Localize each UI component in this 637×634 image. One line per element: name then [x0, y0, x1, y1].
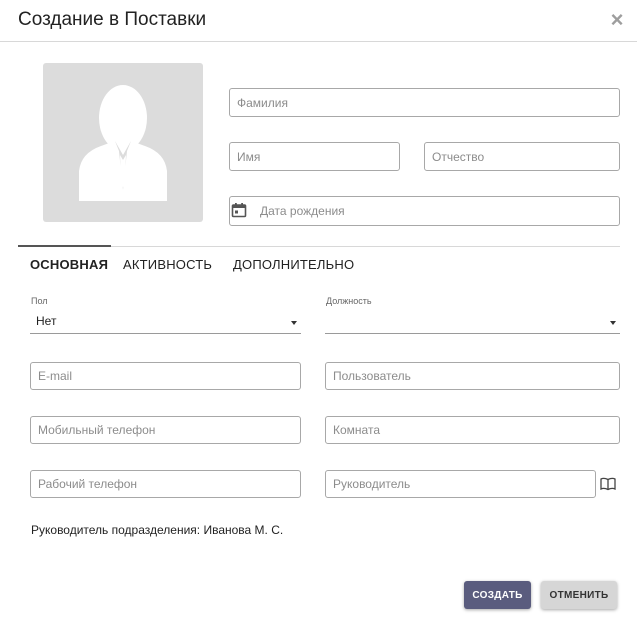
- tab-main[interactable]: ОСНОВНАЯ: [30, 257, 108, 272]
- tab-additional[interactable]: ДОПОЛНИТЕЛЬНО: [233, 257, 354, 272]
- dialog-title: Создание в Поставки: [18, 9, 207, 30]
- gender-value: Нет: [36, 314, 57, 328]
- position-select[interactable]: [325, 312, 620, 334]
- mobile-phone-field[interactable]: [30, 416, 301, 444]
- firstname-input[interactable]: [230, 143, 399, 170]
- room-field[interactable]: [325, 416, 620, 444]
- firstname-field[interactable]: [229, 142, 400, 171]
- birthdate-input[interactable]: [230, 197, 619, 225]
- user-field[interactable]: [325, 362, 620, 390]
- user-input[interactable]: [326, 363, 619, 389]
- dropdown-arrow-icon: [291, 321, 297, 325]
- create-button[interactable]: СОЗДАТЬ: [464, 581, 531, 609]
- work-phone-input[interactable]: [31, 471, 300, 497]
- manager-input[interactable]: [326, 471, 595, 497]
- dialog-header: Создание в Поставки ×: [0, 0, 637, 42]
- active-tab-indicator: [18, 245, 111, 247]
- cancel-button[interactable]: ОТМЕНИТЬ: [541, 581, 617, 609]
- lastname-field[interactable]: [229, 88, 620, 117]
- lastname-input[interactable]: [230, 89, 619, 116]
- email-field[interactable]: [30, 362, 301, 390]
- mobile-phone-input[interactable]: [31, 417, 300, 443]
- tab-activity[interactable]: АКТИВНОСТЬ: [123, 257, 212, 272]
- birthdate-field[interactable]: [229, 196, 620, 226]
- person-silhouette-icon: [79, 85, 167, 201]
- calendar-icon[interactable]: [231, 202, 247, 218]
- department-head-text: Руководитель подразделения: Иванова М. С…: [31, 523, 284, 537]
- position-label: Должность: [326, 296, 372, 306]
- middlename-field[interactable]: [424, 142, 620, 171]
- manager-field[interactable]: [325, 470, 596, 498]
- room-input[interactable]: [326, 417, 619, 443]
- avatar-placeholder[interactable]: [43, 63, 203, 222]
- email-input[interactable]: [31, 363, 300, 389]
- create-dialog: Создание в Поставки × ОСНОВНАЯ АКТИВН: [0, 0, 637, 634]
- dropdown-arrow-icon: [610, 321, 616, 325]
- book-icon[interactable]: [600, 477, 616, 491]
- gender-label: Пол: [31, 296, 48, 306]
- close-icon[interactable]: ×: [608, 9, 626, 31]
- middlename-input[interactable]: [425, 143, 619, 170]
- work-phone-field[interactable]: [30, 470, 301, 498]
- gender-select[interactable]: Нет: [30, 312, 301, 334]
